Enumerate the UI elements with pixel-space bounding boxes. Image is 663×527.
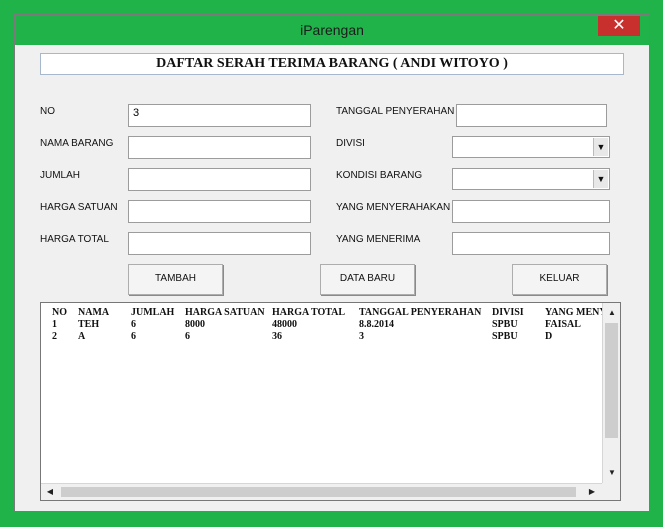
label-jumlah: JUMLAH xyxy=(40,170,81,181)
label-divisi: DIVISI xyxy=(336,138,365,149)
vertical-scroll-thumb[interactable] xyxy=(605,323,618,438)
table-row-cell[interactable]: 48000 xyxy=(272,319,297,330)
column-header: HARGA TOTAL xyxy=(272,307,346,318)
table-row-cell[interactable]: 6 xyxy=(131,319,136,330)
horizontal-scroll-thumb[interactable] xyxy=(61,487,576,497)
table-row-cell[interactable]: SPBU xyxy=(492,331,518,342)
jumlah-field[interactable] xyxy=(128,168,311,191)
scrollbar-corner xyxy=(602,483,620,500)
label-yang-menerima: YANG MENERIMA xyxy=(336,234,421,245)
tanggal-penyerahan-field[interactable] xyxy=(456,104,607,127)
nama-barang-field[interactable] xyxy=(128,136,311,159)
data-list[interactable]: NO NAMA JUMLAH HARGA SATUAN HARGA TOTAL … xyxy=(40,302,621,501)
column-header: JUMLAH xyxy=(131,307,175,318)
yang-menyerahakan-field[interactable] xyxy=(452,200,610,223)
harga-satuan-field[interactable] xyxy=(128,200,311,223)
table-row-cell[interactable]: A xyxy=(78,331,85,342)
label-no: NO xyxy=(40,106,55,117)
scroll-up-icon[interactable]: ▲ xyxy=(604,305,620,321)
table-row-cell[interactable]: D xyxy=(545,331,552,342)
chevron-down-icon[interactable]: ▼ xyxy=(593,170,608,188)
chevron-down-icon[interactable]: ▼ xyxy=(593,138,608,156)
table-row-cell[interactable]: 8.8.2014 xyxy=(359,319,394,330)
data-baru-button[interactable]: DATA BARU xyxy=(320,264,415,295)
harga-total-field[interactable] xyxy=(128,232,311,255)
label-harga-total: HARGA TOTAL xyxy=(40,234,109,245)
column-header: HARGA SATUAN xyxy=(185,307,265,318)
vertical-scrollbar[interactable]: ▲ ▼ xyxy=(602,303,620,483)
label-yang-menyerahakan: YANG MENYERAHAKAN xyxy=(336,202,451,213)
no-field[interactable]: 3 xyxy=(128,104,311,127)
keluar-button[interactable]: KELUAR xyxy=(512,264,607,295)
table-row-cell[interactable]: 3 xyxy=(359,331,364,342)
scroll-right-icon[interactable]: ▶ xyxy=(584,484,600,500)
column-header: DIVISI xyxy=(492,307,524,318)
window-title: iParengan xyxy=(300,22,364,38)
title-bar[interactable]: iParengan ✕ xyxy=(15,15,649,45)
form-header: DAFTAR SERAH TERIMA BARANG ( ANDI WITOYO… xyxy=(40,53,624,75)
table-row-cell[interactable]: 6 xyxy=(185,331,190,342)
table-row-cell[interactable]: 1 xyxy=(52,319,57,330)
kondisi-barang-select[interactable]: ▼ xyxy=(452,168,610,190)
column-header: TANGGAL PENYERAHAN xyxy=(359,307,482,318)
column-header: NAMA xyxy=(78,307,110,318)
scroll-left-icon[interactable]: ◀ xyxy=(42,484,58,500)
horizontal-scrollbar[interactable]: ◀ ▶ xyxy=(41,483,602,500)
yang-menerima-field[interactable] xyxy=(452,232,610,255)
close-icon: ✕ xyxy=(612,17,626,34)
table-row-cell[interactable]: SPBU xyxy=(492,319,518,330)
table-row-cell[interactable]: 2 xyxy=(52,331,57,342)
label-kondisi-barang: KONDISI BARANG xyxy=(336,170,423,181)
column-header: YANG MENYI xyxy=(545,307,603,318)
column-header: NO xyxy=(52,307,67,318)
divisi-select[interactable]: ▼ xyxy=(452,136,610,158)
label-harga-satuan: HARGA SATUAN xyxy=(40,202,118,213)
table-row-cell[interactable]: 6 xyxy=(131,331,136,342)
scroll-down-icon[interactable]: ▼ xyxy=(604,465,620,481)
table-row-cell[interactable]: 8000 xyxy=(185,319,205,330)
label-nama-barang: NAMA BARANG xyxy=(40,138,114,149)
table-row-cell[interactable]: TEH xyxy=(78,319,99,330)
table-row-cell[interactable]: 36 xyxy=(272,331,282,342)
close-button[interactable]: ✕ xyxy=(598,16,640,36)
tambah-button[interactable]: TAMBAH xyxy=(128,264,223,295)
label-tanggal-penyerahan: TANGGAL PENYERAHAN xyxy=(336,106,455,117)
table-row-cell[interactable]: FAISAL xyxy=(545,319,581,330)
